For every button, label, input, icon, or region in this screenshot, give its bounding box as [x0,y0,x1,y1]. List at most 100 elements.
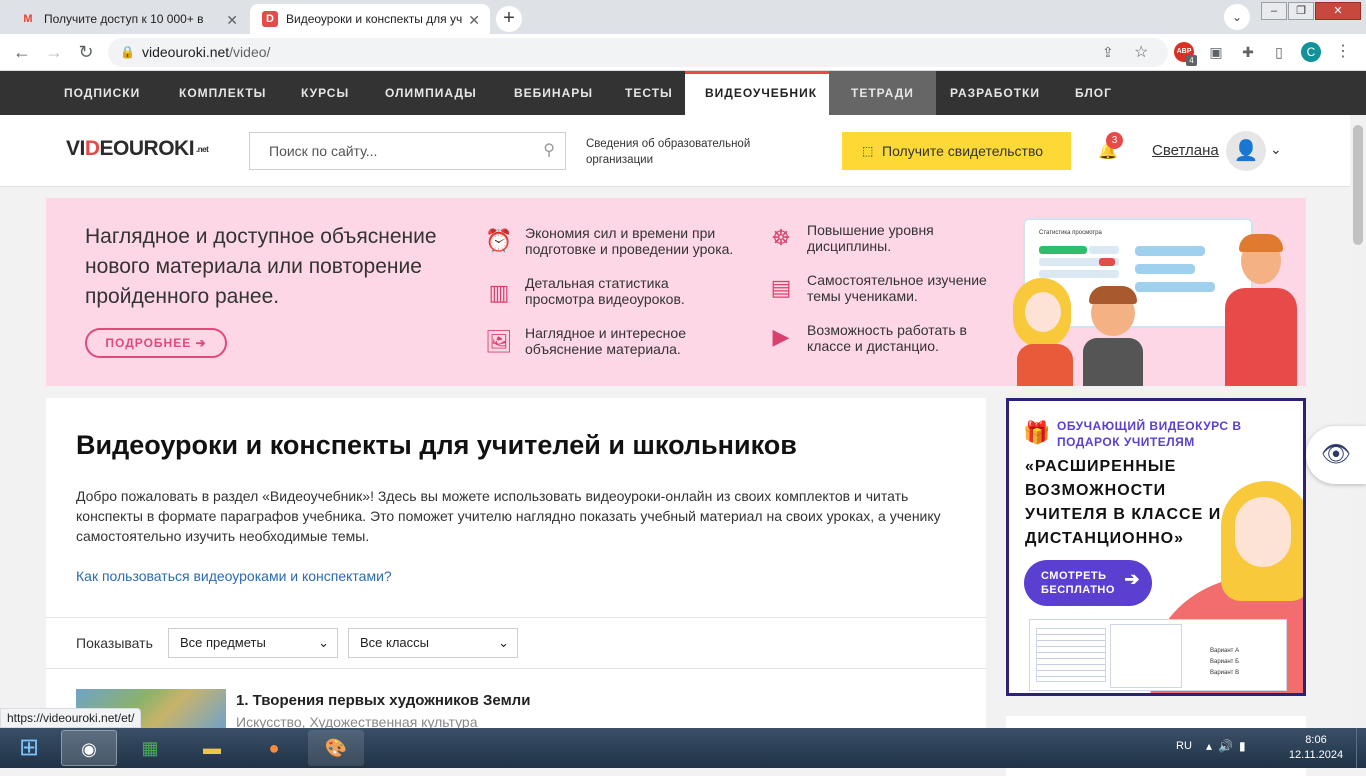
excel-icon[interactable]: ▦ [122,730,178,766]
search-icon[interactable]: ⚲ [543,133,555,169]
promo-banner: Наглядное и доступное объяснение нового … [46,198,1306,386]
ad-title: «РАСШИРЕННЫЕ ВОЗМОЖНОСТИ УЧИТЕЛЯ В КЛАСС… [1025,458,1222,547]
nav-testy[interactable]: ТЕСТЫ [625,71,673,115]
site-nav: ПОДПИСКИ КОМПЛЕКТЫ КУРСЫ ОЛИМПИАДЫ ВЕБИН… [0,71,1366,115]
tab-gmail[interactable]: M Получите доступ к 10 000+ в ✕ [8,4,248,34]
reload-icon[interactable]: ↻ [74,40,98,64]
divider [46,617,986,618]
feature-text: Самостоятельное изучение темы учениками. [807,272,987,304]
browser-toolbar: ← → ↻ 🔒 videouroki.net/video/ ⇪ ☆ ABP 4 … [0,34,1366,71]
option-b: Вариант Б [1210,659,1240,665]
share-icon[interactable]: ⇪ [1102,38,1114,67]
chevron-down-icon: ⌄ [498,635,509,650]
feature-text: Экономия сил и времени при подготовке и … [525,225,734,257]
gmail-icon: M [23,13,33,25]
language-indicator[interactable]: RU [1176,740,1192,752]
close-window-button[interactable]: ✕ [1315,2,1361,20]
profile-avatar[interactable]: С [1301,42,1321,62]
nav-kursy[interactable]: КУРСЫ [301,71,349,115]
nav-tetradi[interactable]: ТЕТРАДИ [829,71,936,115]
clock-time: 8:06 [1305,734,1327,746]
adblock-count-badge: 4 [1186,55,1197,66]
more-button[interactable]: ПОДРОБНЕЕ ➔ [85,328,227,358]
browser-tab-bar: M Получите доступ к 10 000+ в ✕ D Видеоу… [0,0,1366,34]
chevron-down-icon[interactable]: ⌄ [1270,141,1282,158]
stats-bar [1099,258,1115,266]
org-info-link[interactable]: Сведения об образовательной организации [586,136,786,168]
forward-icon[interactable]: → [42,40,66,64]
book-screen-icon: ▤ [770,275,792,300]
main-content: Видеоуроки и конспекты для учителей и шк… [46,398,986,768]
nav-videouchebnik[interactable]: ВИДЕОУЧЕБНИК [685,71,838,115]
stats-bar [1039,246,1087,254]
notification-badge: 3 [1106,132,1123,149]
intro-text: Добро пожаловать в раздел «Видеоучебник»… [76,488,941,544]
bar-chart-icon: ▥ [488,280,510,305]
minimize-button[interactable]: – [1261,2,1287,20]
nav-razrabotki[interactable]: РАЗРАБОТКИ [950,71,1040,115]
chrome-icon[interactable]: ◉ [61,730,117,766]
cert-label: Получите свидетельство [882,143,1044,159]
status-url: https://videouroki.net/et/ [0,708,142,728]
logo-suffix: .net [196,144,209,154]
class-select-value: Все классы [360,635,430,650]
clock[interactable]: 8:06 12.11.2024 [1286,733,1346,763]
puzzle-icon[interactable]: ✚ [1238,42,1258,62]
howto-link[interactable]: Как пользоваться видеоуроками и конспект… [76,568,392,584]
ad-kicker: ОБУЧАЮЩИЙ ВИДЕОКУРС В ПОДАРОК УЧИТЕЛЯМ [1057,419,1242,449]
stats-bar [1135,282,1215,292]
nav-komplekty[interactable]: КОМПЛЕКТЫ [179,71,266,115]
ad-worksheet-illustration: Вариант А Вариант Б Вариант В [1029,619,1287,691]
taskbar: ⊞ ◉ ▦ ▬ ● 🎨 RU ▴🔊▮ 8:06 12.11.2024 [0,728,1366,768]
worksheet-page [1036,628,1106,682]
tab-title: Видеоуроки и конспекты для уч [286,12,463,26]
start-button[interactable]: ⊞ [2,728,56,768]
user-avatar[interactable]: 👤 [1226,131,1266,171]
watch-free-button[interactable]: СМОТРЕТЬ БЕСПЛАТНО ➔ [1024,560,1152,606]
clock-date: 12.11.2024 [1288,749,1344,761]
subject-select-value: Все предметы [180,635,266,650]
explorer-icon[interactable]: ▬ [184,730,240,766]
stats-bar [1135,246,1205,256]
nav-olimpiady[interactable]: ОЛИМПИАДЫ [385,71,477,115]
paint-icon[interactable]: 🎨 [308,730,364,766]
worksheet-options: Вариант А Вариант Б Вариант В [1210,646,1284,679]
site-logo[interactable]: VIDEOUROKI .net [66,137,209,161]
subject-select[interactable]: Все предметы ⌄ [168,628,338,658]
option-c: Вариант В [1210,670,1240,676]
address-bar[interactable]: 🔒 videouroki.net/video/ ⇪ ☆ [108,38,1168,67]
menu-icon[interactable]: ⋮ [1333,42,1353,62]
nav-podpiski[interactable]: ПОДПИСКИ [64,71,140,115]
logo-text: VI [66,137,85,160]
bookmark-star-icon[interactable]: ☆ [1134,38,1148,67]
back-icon[interactable]: ← [10,40,34,64]
nav-vebinary[interactable]: ВЕБИНАРЫ [514,71,593,115]
scrollbar-thumb[interactable] [1353,125,1363,245]
arrow-right-icon: ➔ [1124,569,1140,589]
close-tab-icon[interactable]: ✕ [226,12,238,29]
lesson-title[interactable]: 1. Творения первых художников Земли [236,692,530,709]
nav-blog[interactable]: БЛОГ [1075,71,1112,115]
maximize-button[interactable]: ❐ [1288,2,1314,20]
filter-label: Показывать [76,635,153,651]
chevron-down-icon: ⌄ [318,635,329,650]
show-desktop-button[interactable] [1356,728,1366,768]
tab-search-icon[interactable]: ⌄ [1224,4,1250,30]
extension-icon[interactable]: ▣ [1206,42,1226,62]
ad-banner[interactable]: 🎁 ОБУЧАЮЩИЙ ВИДЕОКУРС В ПОДАРОК УЧИТЕЛЯМ… [1006,398,1306,696]
system-tray-icons[interactable]: ▴🔊▮ [1206,739,1252,753]
side-panel-icon[interactable]: ▯ [1269,42,1289,62]
class-select[interactable]: Все классы ⌄ [348,628,518,658]
videouroki-icon: D [262,11,278,27]
ad-girl-face [1235,497,1291,567]
certificate-icon: ⬚ [862,144,874,158]
search-input[interactable]: Поиск по сайту... ⚲ [249,132,566,170]
close-tab-icon[interactable]: ✕ [468,12,480,29]
user-name-link[interactable]: Светлана [1152,142,1219,159]
tab-videouroki[interactable]: D Видеоуроки и конспекты для уч ✕ [250,4,490,34]
banner-illustration: Статистика просмотра [1011,218,1306,386]
accessibility-eye-icon[interactable]: 👁 [1306,426,1366,484]
firefox-icon[interactable]: ● [246,730,302,766]
new-tab-button[interactable]: + [496,6,522,32]
get-certificate-button[interactable]: ⬚ Получите свидетельство [842,132,1071,170]
